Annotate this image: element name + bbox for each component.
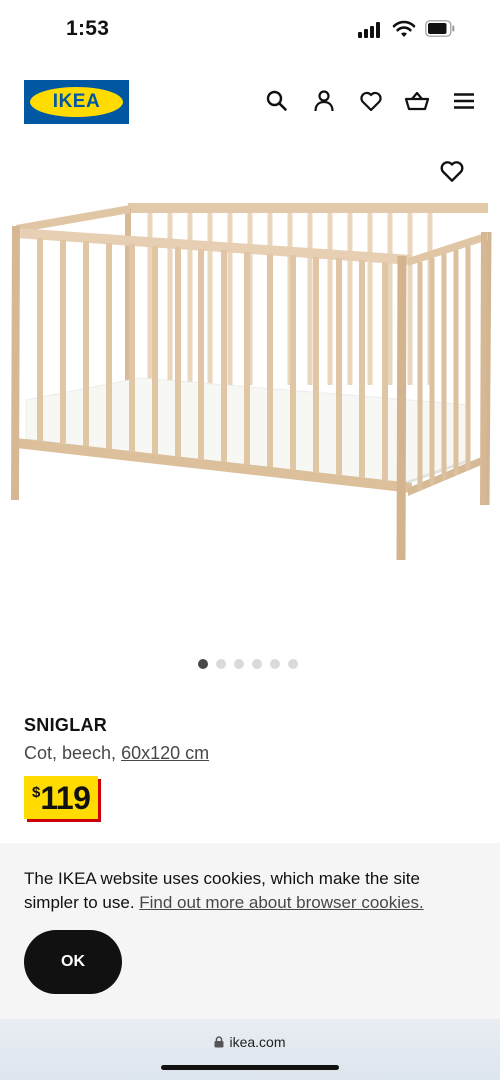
product-image[interactable] [0, 190, 500, 570]
ikea-logo[interactable]: IKEA [24, 80, 129, 124]
carousel-dot[interactable] [270, 659, 280, 669]
battery-icon [425, 20, 455, 37]
carousel-dot[interactable] [234, 659, 244, 669]
signal-icon [358, 22, 384, 38]
site-header: IKEA [0, 78, 500, 126]
add-to-wishlist-icon[interactable] [438, 157, 466, 185]
cookie-message: The IKEA website uses cookies, which mak… [24, 867, 474, 915]
cookie-info-link[interactable]: Find out more about browser cookies. [139, 893, 423, 912]
heart-icon[interactable] [358, 88, 384, 114]
image-carousel-dots[interactable] [198, 659, 298, 671]
carousel-dot[interactable] [252, 659, 262, 669]
price-tag: $119 [24, 776, 99, 819]
product-type-text: Cot, beech, [24, 743, 122, 763]
lock-icon [214, 1036, 224, 1048]
carousel-dot[interactable] [288, 659, 298, 669]
price-value: 119 [40, 780, 91, 816]
cookie-ok-button[interactable]: OK [24, 930, 122, 994]
product-description: Cot, beech, 60x120 cm [24, 743, 209, 764]
wifi-icon [392, 20, 416, 37]
home-indicator[interactable] [161, 1065, 339, 1070]
url-text: ikea.com [229, 1034, 286, 1050]
status-bar: 1:53 [0, 0, 500, 60]
price-currency: $ [32, 784, 41, 801]
carousel-dot[interactable] [216, 659, 226, 669]
user-icon[interactable] [311, 88, 337, 114]
search-icon[interactable] [264, 88, 290, 114]
product-size-link[interactable]: 60x120 cm [121, 743, 209, 763]
menu-icon[interactable] [451, 88, 477, 114]
clock: 1:53 [66, 17, 110, 40]
cookie-banner: The IKEA website uses cookies, which mak… [0, 843, 500, 1019]
product-name: SNIGLAR [24, 715, 108, 735]
basket-icon[interactable] [404, 88, 430, 114]
browser-address-bar[interactable]: ikea.com [0, 1019, 500, 1080]
carousel-dot[interactable] [198, 659, 208, 669]
url-display[interactable]: ikea.com [0, 1034, 500, 1050]
